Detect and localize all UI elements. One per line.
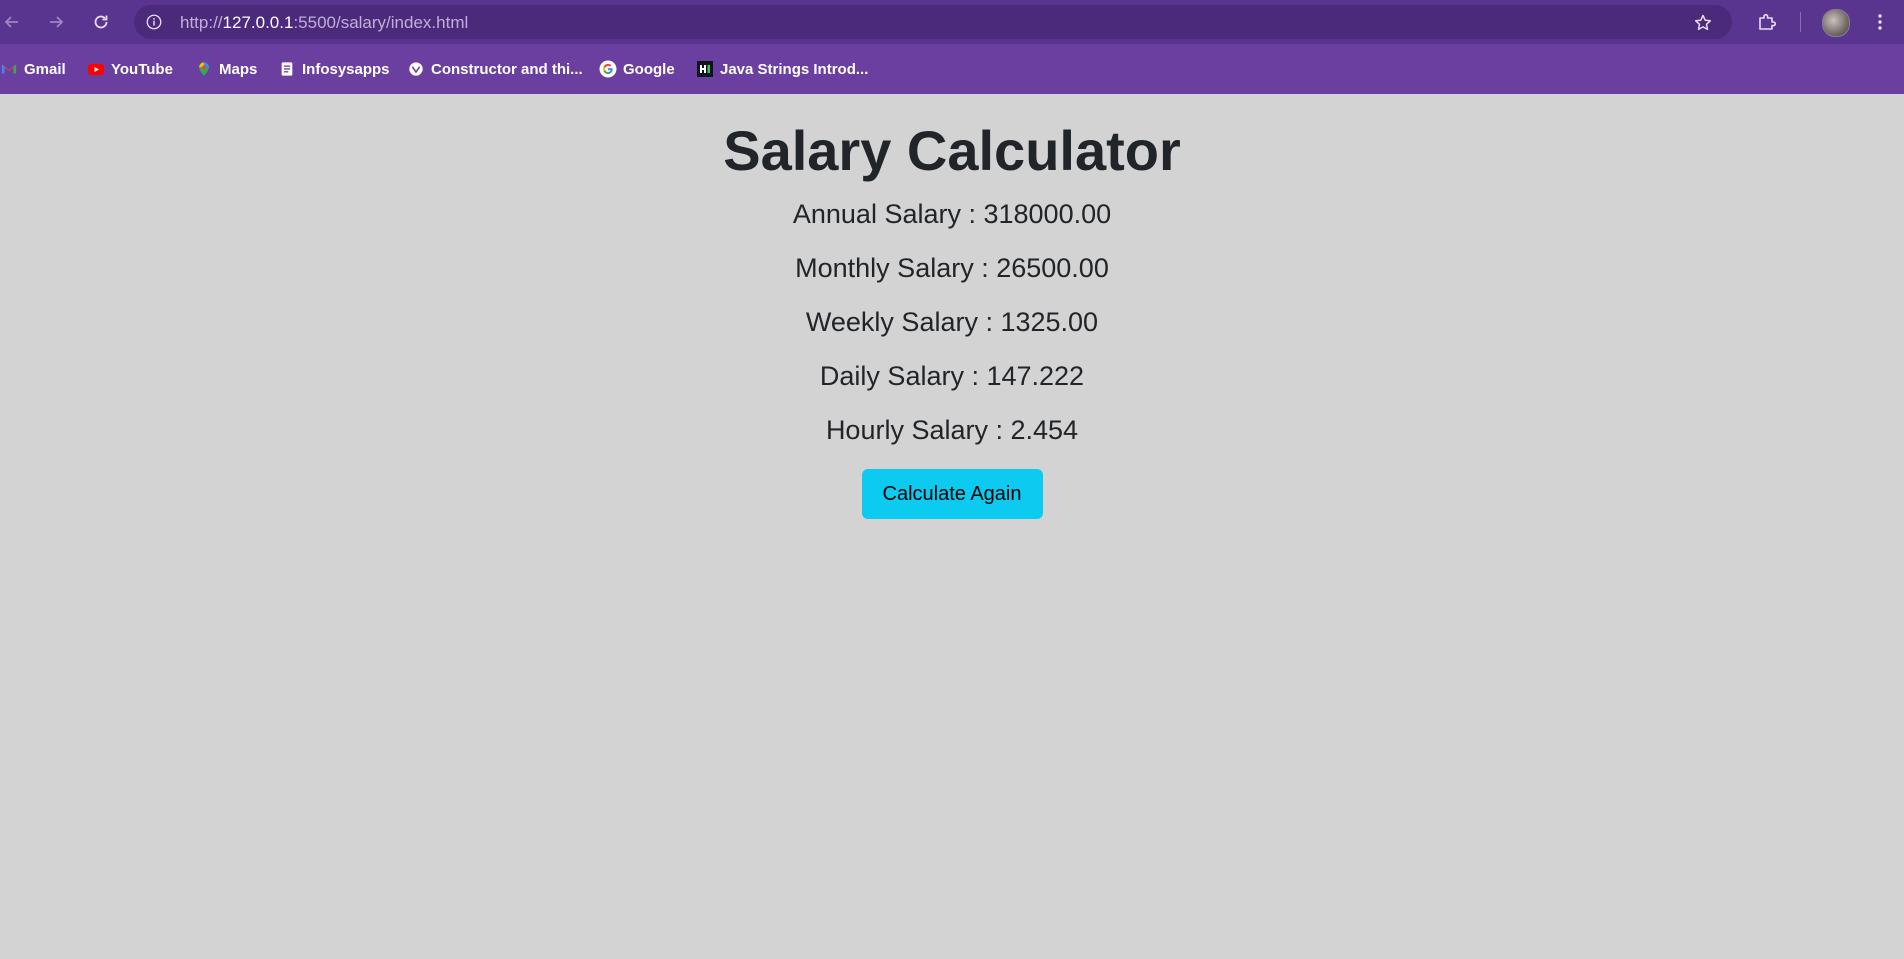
url-text[interactable]: http://127.0.0.1:5500/salary/index.html [180, 13, 468, 33]
bookmark-label: Constructor and thi... [431, 60, 583, 78]
google-icon [599, 60, 617, 78]
monthly-salary-text: Monthly Salary : 26500.00 [795, 253, 1109, 283]
bookmark-label: Infosysapps [302, 60, 390, 78]
bookmark-label: Java Strings Introd... [720, 60, 869, 78]
forward-arrow-icon[interactable] [44, 10, 68, 34]
browser-toolbar: http://127.0.0.1:5500/salary/index.html [0, 0, 1904, 44]
reload-icon[interactable] [89, 10, 113, 34]
youtube-icon [87, 60, 105, 78]
gmail-icon [0, 60, 18, 78]
url-prefix: http:// [180, 13, 223, 32]
bookmark-java-strings[interactable]: Java Strings Introd... [696, 56, 868, 82]
bookmarks-bar: Gmail YouTube Maps Infosysapps Construct… [0, 56, 1904, 82]
page-title: Salary Calculator [723, 119, 1181, 182]
bookmark-maps[interactable]: Maps [195, 56, 257, 82]
maps-icon [195, 60, 213, 78]
address-bar[interactable]: http://127.0.0.1:5500/salary/index.html [134, 5, 1732, 39]
profile-avatar[interactable] [1822, 9, 1850, 37]
back-arrow-icon[interactable] [0, 10, 24, 34]
hackerrank-icon [696, 60, 714, 78]
bookmark-gmail[interactable]: Gmail [0, 56, 66, 82]
bookmark-label: YouTube [111, 60, 173, 78]
bookmark-infosysapps[interactable]: Infosysapps [278, 56, 390, 82]
toolbar-divider [1800, 12, 1801, 32]
bookmark-label: Maps [219, 60, 258, 78]
url-path: :5500/salary/index.html [293, 13, 469, 32]
bookmark-youtube[interactable]: YouTube [87, 56, 173, 82]
browser-chrome: http://127.0.0.1:5500/salary/index.html … [0, 0, 1904, 94]
hourly-salary-text: Hourly Salary : 2.454 [825, 415, 1079, 445]
calculate-again-button[interactable]: Calculate Again [861, 469, 1043, 519]
url-host: 127.0.0.1 [222, 13, 294, 32]
bookmark-label: Gmail [24, 60, 66, 78]
bookmark-google[interactable]: Google [599, 56, 675, 82]
weekly-salary-text: Weekly Salary : 1325.00 [805, 307, 1099, 337]
bookmark-star-icon[interactable] [1692, 12, 1714, 34]
annual-salary-text: Annual Salary : 318000.00 [792, 199, 1112, 229]
bookmark-constructor[interactable]: Constructor and thi... [407, 56, 583, 82]
kebab-menu-icon[interactable] [1868, 10, 1892, 34]
page-content: Salary Calculator Annual Salary : 318000… [0, 94, 1904, 519]
shield-icon [407, 60, 425, 78]
document-icon [278, 60, 296, 78]
bookmark-label: Google [623, 60, 675, 78]
daily-salary-text: Daily Salary : 147.222 [819, 361, 1085, 391]
site-info-icon[interactable] [142, 10, 166, 34]
extensions-puzzle-icon[interactable] [1755, 10, 1779, 34]
